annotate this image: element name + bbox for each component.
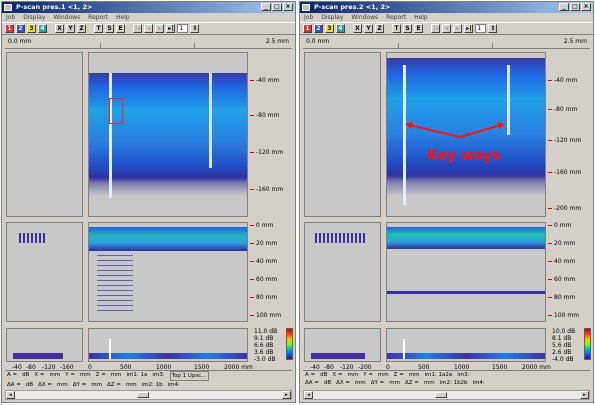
- db-scale: 10.0 dB 8.1 dB 5.6 dB 2.6 dB -4.0 dB: [552, 328, 576, 363]
- menu-bar: Job Display Windows Report Help: [2, 13, 295, 22]
- ruler-right-label: 2.5 mm: [265, 38, 289, 45]
- image-1-button[interactable]: 1: [303, 24, 312, 33]
- app-icon: [4, 4, 12, 11]
- menu-help[interactable]: Help: [116, 13, 130, 22]
- e-button[interactable]: E: [116, 24, 125, 33]
- mid-scan-view[interactable]: [386, 222, 546, 322]
- side-view[interactable]: [304, 222, 381, 322]
- s-button[interactable]: S: [403, 24, 412, 33]
- minimize-button[interactable]: _: [559, 3, 569, 11]
- menu-job[interactable]: Job: [6, 13, 15, 22]
- image-1-button[interactable]: 1: [5, 24, 14, 33]
- close-button[interactable]: ×: [581, 3, 591, 11]
- image-2-button[interactable]: 2: [16, 24, 25, 33]
- z-axis-button[interactable]: Z: [77, 24, 86, 33]
- maximize-button[interactable]: □: [272, 3, 282, 11]
- top-depth-scale: -40 mm -80 mm -120 mm -160 mm -200 mm: [548, 52, 590, 217]
- y-axis-button[interactable]: Y: [66, 24, 75, 33]
- nav-first-button[interactable]: |◂: [133, 24, 143, 33]
- app-icon: [302, 4, 310, 11]
- menu-bar: Job Display Windows Report Help: [300, 13, 593, 22]
- amplitude-view[interactable]: [88, 328, 248, 362]
- scroll-left-icon[interactable]: ◂: [6, 391, 15, 399]
- scroll-right-icon[interactable]: ▸: [282, 391, 291, 399]
- menu-windows[interactable]: Windows: [351, 13, 378, 22]
- menu-windows[interactable]: Windows: [53, 13, 80, 22]
- title-bar[interactable]: P-scan pres.1 <1, 2> _ □ ×: [2, 2, 295, 13]
- frame-number-input[interactable]: 1: [475, 24, 487, 33]
- toolbar: 1 2 3 4 X Y Z T S E |◂ ◂ ▸ ▸| 1 ⇕: [300, 22, 593, 35]
- depth-ruler: 0.0 mm 2.5 mm: [303, 37, 590, 49]
- frame-number-input[interactable]: 1: [177, 24, 189, 33]
- s-button[interactable]: S: [105, 24, 114, 33]
- color-scale-bar: [286, 328, 293, 360]
- horizontal-scrollbar[interactable]: ◂ ▸: [5, 390, 292, 400]
- close-button[interactable]: ×: [283, 3, 293, 11]
- side-view[interactable]: [6, 222, 83, 322]
- menu-report[interactable]: Report: [386, 13, 406, 22]
- t-button[interactable]: T: [94, 24, 103, 33]
- nav-first-button[interactable]: |◂: [431, 24, 441, 33]
- pscan-window-1[interactable]: P-scan pres.1 <1, 2> _ □ × Job Display W…: [1, 1, 296, 403]
- depth-ruler: 0.0 mm 2.5 mm: [5, 37, 292, 49]
- menu-report[interactable]: Report: [88, 13, 108, 22]
- maximize-button[interactable]: □: [570, 3, 580, 11]
- toolbar: 1 2 3 4 X Y Z T S E |◂ ◂ ▸ ▸| 1 ⇕: [2, 22, 295, 35]
- pscan-window-2[interactable]: P-scan pres.2 <1, 2> _ □ × Job Display W…: [299, 1, 594, 403]
- x-axis-button[interactable]: X: [353, 24, 362, 33]
- spin-button[interactable]: ⇕: [190, 24, 200, 33]
- menu-display[interactable]: Display: [321, 13, 343, 22]
- title-bar[interactable]: P-scan pres.2 <1, 2> _ □ ×: [300, 2, 593, 13]
- menu-help[interactable]: Help: [414, 13, 428, 22]
- y-axis-button[interactable]: Y: [364, 24, 373, 33]
- nav-next-button[interactable]: ▸: [155, 24, 165, 33]
- window-title: P-scan pres.2 <1, 2>: [314, 3, 391, 11]
- window-title: P-scan pres.1 <1, 2>: [16, 3, 93, 11]
- keyway-arrows: [405, 122, 505, 138]
- mid-depth-scale: 0 mm 20 mm 40 mm 60 mm 80 mm 100 mm: [250, 222, 292, 322]
- top-depth-scale: -40 mm -80 mm -120 mm -160 mm: [250, 52, 292, 217]
- empty-view-top-left: [304, 52, 381, 217]
- e-button[interactable]: E: [414, 24, 423, 33]
- scroll-thumb[interactable]: [435, 392, 448, 398]
- image-2-button[interactable]: 2: [314, 24, 323, 33]
- image-3-button[interactable]: 3: [325, 24, 334, 33]
- menu-job[interactable]: Job: [304, 13, 313, 22]
- z-axis-button[interactable]: Z: [375, 24, 384, 33]
- top-scan-view[interactable]: [88, 52, 248, 217]
- ruler-left-label: 0.0 mm: [8, 38, 32, 45]
- nav-prev-button[interactable]: ◂: [144, 24, 154, 33]
- nav-last-button[interactable]: ▸|: [166, 24, 176, 33]
- scroll-right-icon[interactable]: ▸: [580, 391, 589, 399]
- nav-last-button[interactable]: ▸|: [464, 24, 474, 33]
- x-axis-button[interactable]: X: [55, 24, 64, 33]
- t-button[interactable]: T: [392, 24, 401, 33]
- empty-view-top-left: [6, 52, 83, 217]
- db-scale: 11.0 dB 9.1 dB 6.6 dB 3.6 dB -3.0 dB: [254, 328, 278, 363]
- nav-prev-button[interactable]: ◂: [442, 24, 452, 33]
- bottom-left-view[interactable]: [6, 328, 83, 362]
- image-3-button[interactable]: 3: [27, 24, 36, 33]
- mid-scan-view[interactable]: [88, 222, 248, 322]
- color-scale-bar: [584, 328, 591, 360]
- mid-depth-scale: 0 mm 20 mm 40 mm 60 mm 80 mm 100 mm: [548, 222, 590, 322]
- bottom-left-view[interactable]: [304, 328, 381, 362]
- amplitude-view[interactable]: [386, 328, 546, 362]
- horizontal-scrollbar[interactable]: ◂ ▸: [303, 390, 590, 400]
- image-4-button[interactable]: 4: [38, 24, 47, 33]
- status-bar: A = dB X = mm Y = mm Z = mm im1: 1a im3: Top …: [5, 370, 292, 388]
- spin-button[interactable]: ⇕: [488, 24, 498, 33]
- menu-display[interactable]: Display: [23, 13, 45, 22]
- image-4-button[interactable]: 4: [336, 24, 345, 33]
- scroll-thumb[interactable]: [137, 392, 150, 398]
- ruler-right-label: 2.5 mm: [563, 38, 587, 45]
- top-scan-view[interactable]: Key ways: [386, 52, 546, 217]
- status-bar: A = dB X = mm Y = mm Z = mm im1: 1a2a im3: ΔA…: [303, 370, 590, 388]
- ruler-left-label: 0.0 mm: [306, 38, 330, 45]
- minimize-button[interactable]: _: [261, 3, 271, 11]
- scroll-left-icon[interactable]: ◂: [304, 391, 313, 399]
- keyways-annotation: Key ways: [427, 148, 501, 164]
- nav-next-button[interactable]: ▸: [453, 24, 463, 33]
